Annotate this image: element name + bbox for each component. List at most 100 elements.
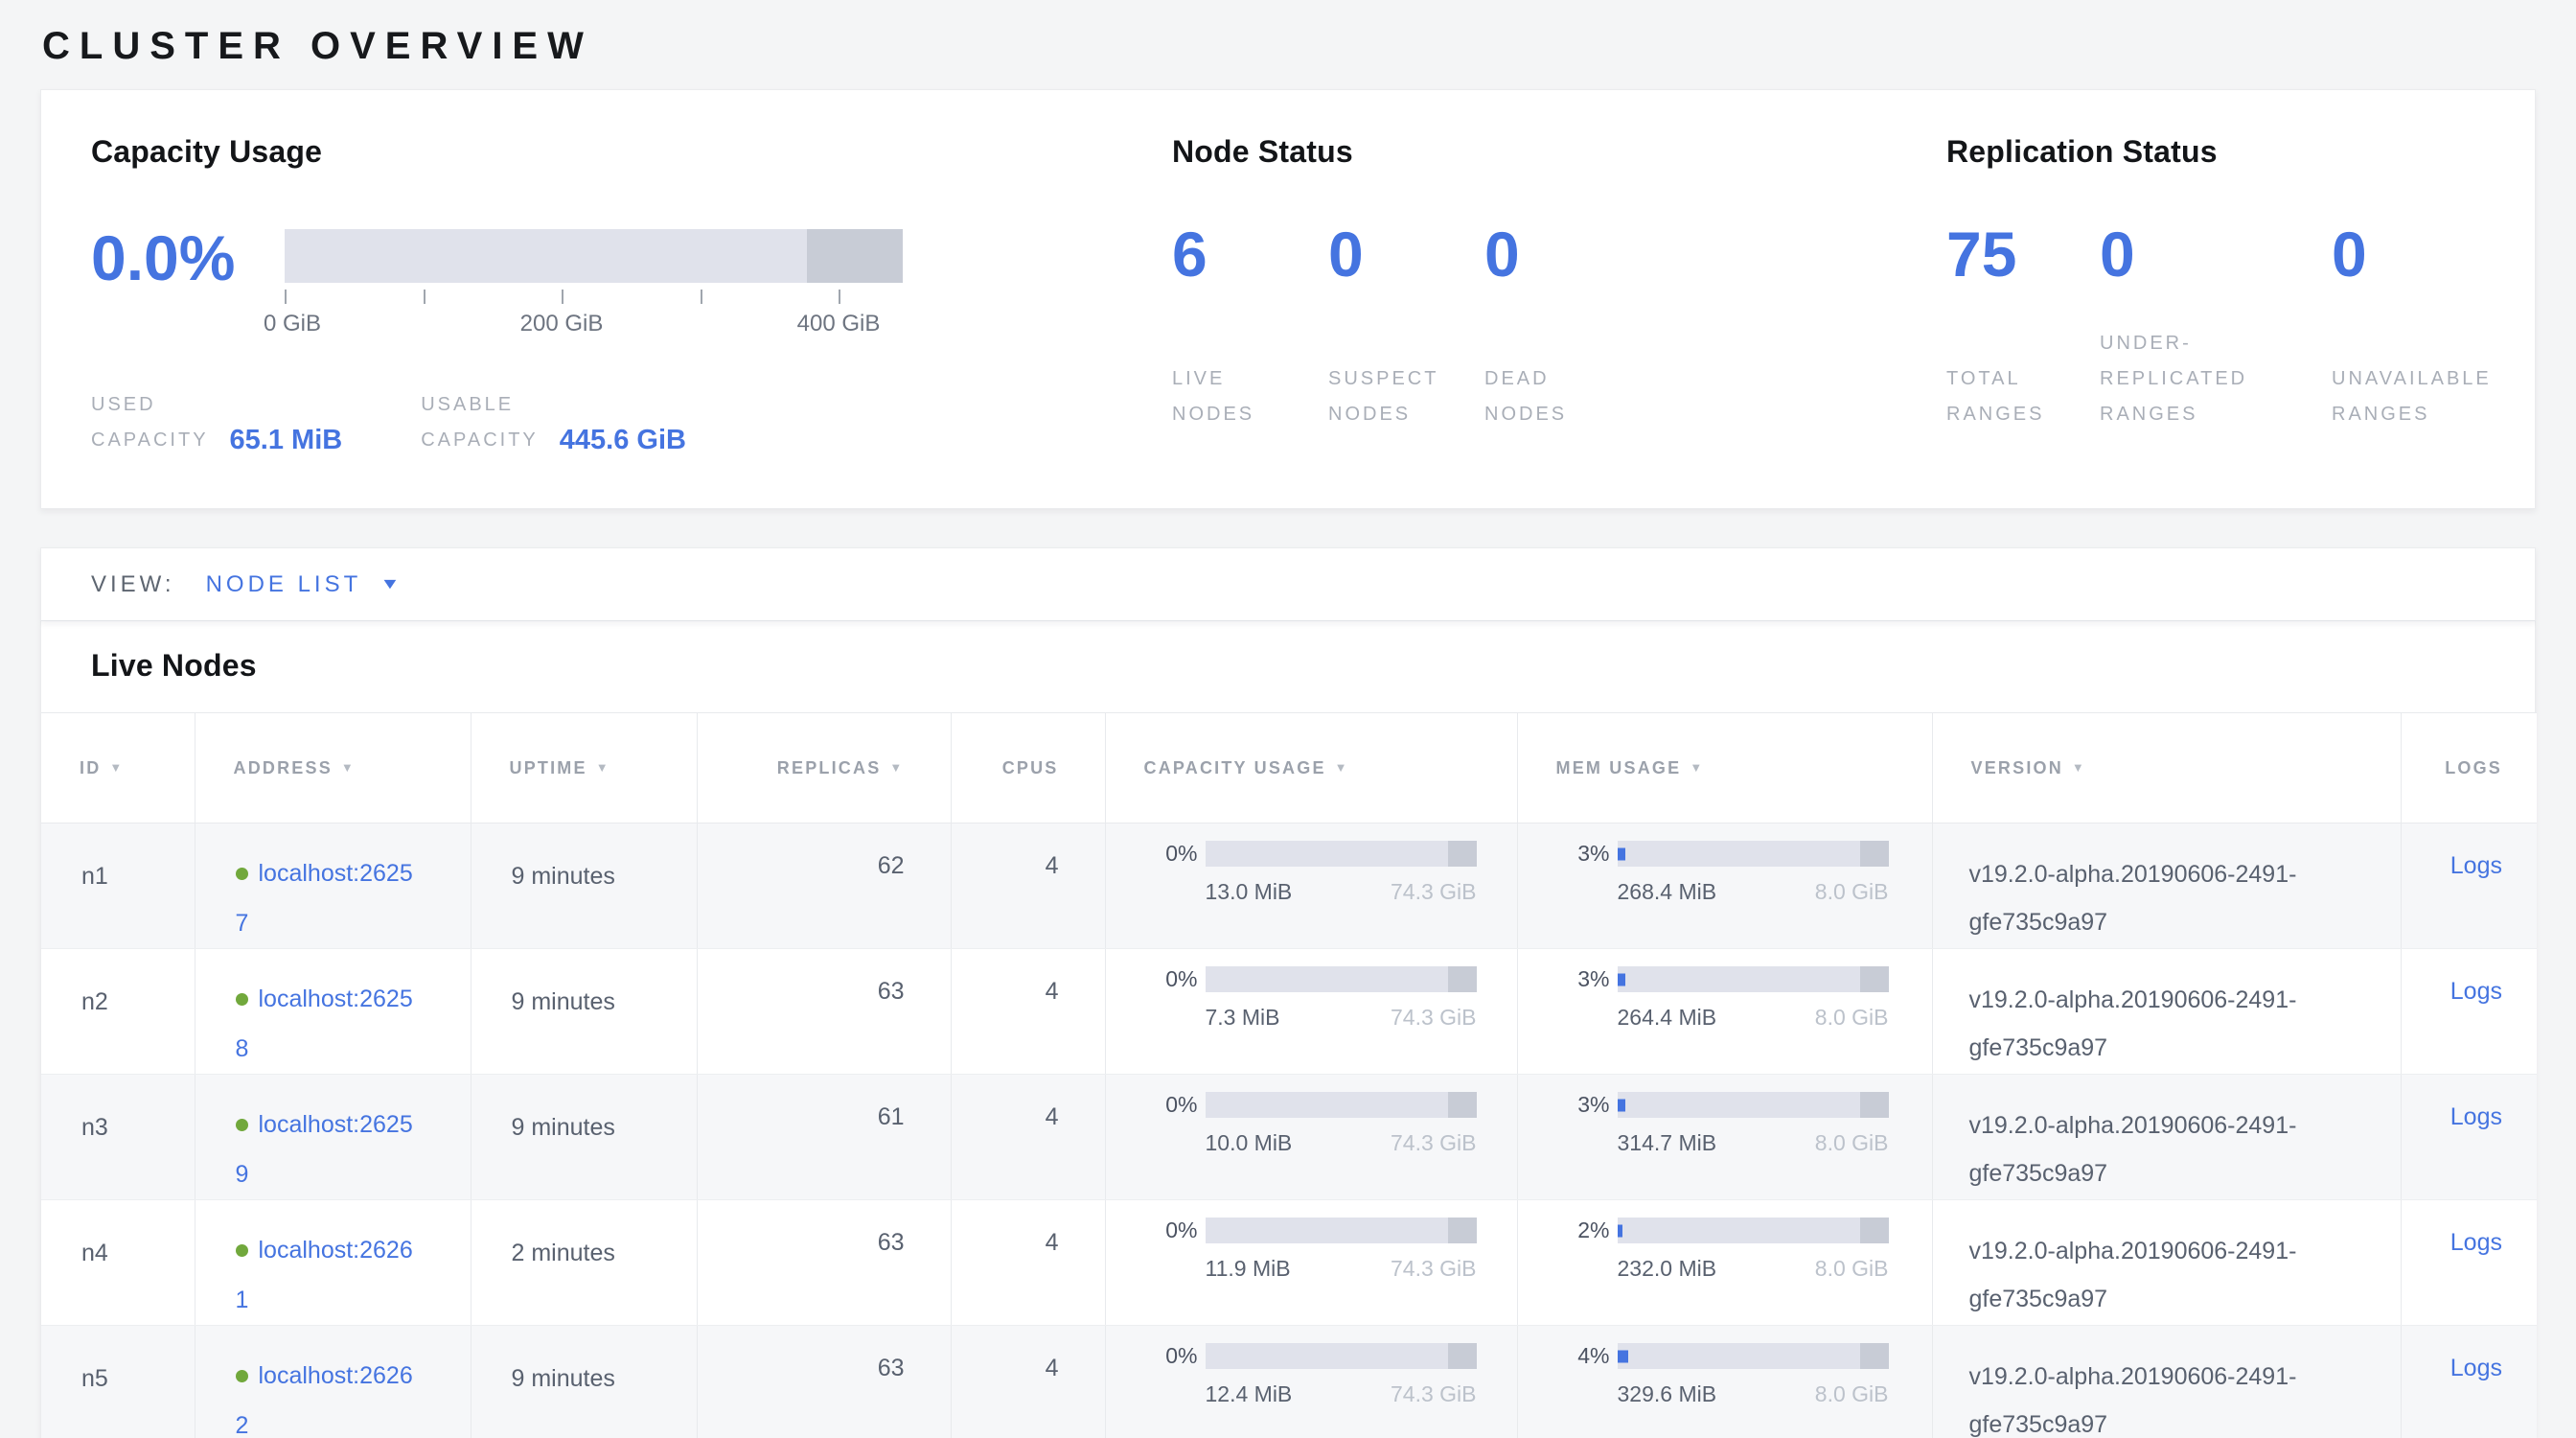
logs-cell: Logs <box>2401 1075 2537 1200</box>
node-cpus: 4 <box>951 1200 1105 1326</box>
usable-capacity-value: 445.6 GiB <box>560 425 686 456</box>
view-bar: VIEW: NODE LIST ▼ <box>40 547 2536 621</box>
column-header-capacity-usage[interactable]: CAPACITY USAGE▼ <box>1105 713 1517 823</box>
node-row-n2: n2 localhost:26258 9 minutes 63 4 0% 7.3… <box>41 949 2537 1075</box>
capacity-usage-cell: 0% 13.0 MiB74.3 GiB <box>1105 823 1517 949</box>
live-status-dot <box>236 1370 248 1382</box>
node-row-n4: n4 localhost:26261 2 minutes 63 4 0% 11.… <box>41 1200 2537 1326</box>
capacity-total: 74.3 GiB <box>1391 879 1477 905</box>
suspect-nodes-label: SUSPECT NODES <box>1328 361 1484 432</box>
logs-link[interactable]: Logs <box>2450 978 2502 1005</box>
capacity-used: 13.0 MiB <box>1206 879 1293 905</box>
node-version-cell: v19.2.0-alpha.20190606-2491-gfe735c9a97 <box>1932 1200 2401 1326</box>
node-uptime: 9 minutes <box>471 823 697 949</box>
column-header-version[interactable]: VERSION▼ <box>1932 713 2401 823</box>
axis-label: 200 GiB <box>520 311 604 337</box>
logs-link[interactable]: Logs <box>2450 1229 2502 1256</box>
table-header-row: ID▼ ADDRESS▼ UPTIME▼ REPLICAS▼ CPUS CAPA… <box>41 713 2537 823</box>
capacity-usage-cell: 0% 12.4 MiB74.3 GiB <box>1105 1326 1517 1438</box>
mem-usage-cell: 2% 232.0 MiB8.0 GiB <box>1517 1200 1932 1326</box>
node-version-cell: v19.2.0-alpha.20190606-2491-gfe735c9a97 <box>1932 823 2401 949</box>
node-address-link[interactable]: localhost:26261 <box>236 1237 413 1313</box>
live-status-dot <box>236 1119 248 1131</box>
used-capacity-label: USED CAPACITY <box>91 387 209 458</box>
column-header-uptime[interactable]: UPTIME▼ <box>471 713 697 823</box>
under-replicated-ranges-stat: 0 UNDER- REPLICATED RANGES <box>2100 225 2332 432</box>
node-address-cell: localhost:26261 <box>195 1200 471 1326</box>
node-address-link[interactable]: localhost:26258 <box>236 986 413 1062</box>
dead-nodes-count: 0 <box>1484 225 1641 283</box>
node-row-n5: n5 localhost:26262 9 minutes 63 4 0% 12.… <box>41 1326 2537 1438</box>
capacity-usage-title: Capacity Usage <box>91 134 1172 170</box>
unavailable-ranges-label: UNAVAILABLE RANGES <box>2332 361 2576 432</box>
replication-status-title: Replication Status <box>1946 134 2576 170</box>
mem-percent: 4% <box>1554 1343 1610 1407</box>
mem-percent: 2% <box>1554 1218 1610 1282</box>
node-address-link[interactable]: localhost:26257 <box>236 860 413 937</box>
mem-usage-cell: 3% 264.4 MiB8.0 GiB <box>1517 949 1932 1075</box>
node-address-link[interactable]: localhost:26259 <box>236 1111 413 1188</box>
suspect-nodes-stat: 0 SUSPECT NODES <box>1328 225 1484 432</box>
node-uptime: 9 minutes <box>471 949 697 1075</box>
dead-nodes-label: DEAD NODES <box>1484 361 1641 432</box>
node-cpus: 4 <box>951 1326 1105 1438</box>
capacity-percent: 0% <box>1142 1343 1198 1407</box>
node-address-cell: localhost:26258 <box>195 949 471 1075</box>
capacity-used: 7.3 MiB <box>1206 1005 1280 1031</box>
live-nodes-card: Live Nodes ID▼ ADDRESS▼ UPTIME▼ REPLICAS… <box>40 621 2536 1438</box>
total-ranges-label: TOTAL RANGES <box>1946 361 2100 432</box>
mem-bar <box>1618 841 1889 867</box>
node-cpus: 4 <box>951 949 1105 1075</box>
total-ranges-count: 75 <box>1946 225 2100 283</box>
node-replicas: 61 <box>697 1075 951 1200</box>
capacity-usage-section: Capacity Usage 0.0% 0 GiB 200 GiB 400 Gi… <box>91 134 1172 508</box>
column-header-address[interactable]: ADDRESS▼ <box>195 713 471 823</box>
view-label: VIEW: <box>91 571 175 598</box>
node-id: n3 <box>41 1075 195 1200</box>
capacity-bar-chart: 0 GiB 200 GiB 400 GiB <box>285 229 903 339</box>
node-row-n3: n3 localhost:26259 9 minutes 61 4 0% 10.… <box>41 1075 2537 1200</box>
live-status-dot <box>236 1244 248 1257</box>
node-id: n4 <box>41 1200 195 1326</box>
node-replicas: 62 <box>697 823 951 949</box>
node-address-cell: localhost:26259 <box>195 1075 471 1200</box>
logs-cell: Logs <box>2401 949 2537 1075</box>
node-row-n1: n1 localhost:26257 9 minutes 62 4 0% 13.… <box>41 823 2537 949</box>
suspect-nodes-count: 0 <box>1328 225 1484 283</box>
node-uptime: 2 minutes <box>471 1200 697 1326</box>
mem-bar <box>1618 1218 1889 1243</box>
node-uptime: 9 minutes <box>471 1326 697 1438</box>
capacity-bar <box>1206 966 1477 992</box>
capacity-bar <box>1206 1218 1477 1243</box>
node-replicas: 63 <box>697 1326 951 1438</box>
capacity-total: 74.3 GiB <box>1391 1381 1477 1407</box>
column-header-id[interactable]: ID▼ <box>41 713 195 823</box>
capacity-usage-cell: 0% 11.9 MiB74.3 GiB <box>1105 1200 1517 1326</box>
mem-bar <box>1618 966 1889 992</box>
logs-link[interactable]: Logs <box>2450 1355 2502 1381</box>
mem-total: 8.0 GiB <box>1815 1005 1889 1031</box>
view-dropdown[interactable]: NODE LIST ▼ <box>206 571 399 598</box>
column-header-replicas[interactable]: REPLICAS▼ <box>697 713 951 823</box>
capacity-total: 74.3 GiB <box>1391 1130 1477 1156</box>
unavailable-ranges-count: 0 <box>2332 225 2576 283</box>
capacity-axis-ticks <box>285 290 903 307</box>
capacity-percent: 0% <box>1142 1092 1198 1156</box>
mem-used: 232.0 MiB <box>1618 1256 1717 1282</box>
logs-link[interactable]: Logs <box>2450 1103 2502 1130</box>
node-address-link[interactable]: localhost:26262 <box>236 1362 413 1438</box>
node-cpus: 4 <box>951 823 1105 949</box>
column-header-logs: LOGS <box>2401 713 2537 823</box>
capacity-percent: 0% <box>1142 1218 1198 1282</box>
capacity-used: 10.0 MiB <box>1206 1130 1293 1156</box>
capacity-axis-labels: 0 GiB 200 GiB 400 GiB <box>285 311 903 339</box>
mem-percent: 3% <box>1554 841 1610 905</box>
logs-cell: Logs <box>2401 823 2537 949</box>
live-nodes-table: ID▼ ADDRESS▼ UPTIME▼ REPLICAS▼ CPUS CAPA… <box>41 712 2537 1438</box>
logs-link[interactable]: Logs <box>2450 852 2502 879</box>
logs-cell: Logs <box>2401 1326 2537 1438</box>
live-status-dot <box>236 993 248 1006</box>
node-status-title: Node Status <box>1172 134 1946 170</box>
node-id: n1 <box>41 823 195 949</box>
column-header-mem-usage[interactable]: MEM USAGE▼ <box>1517 713 1932 823</box>
